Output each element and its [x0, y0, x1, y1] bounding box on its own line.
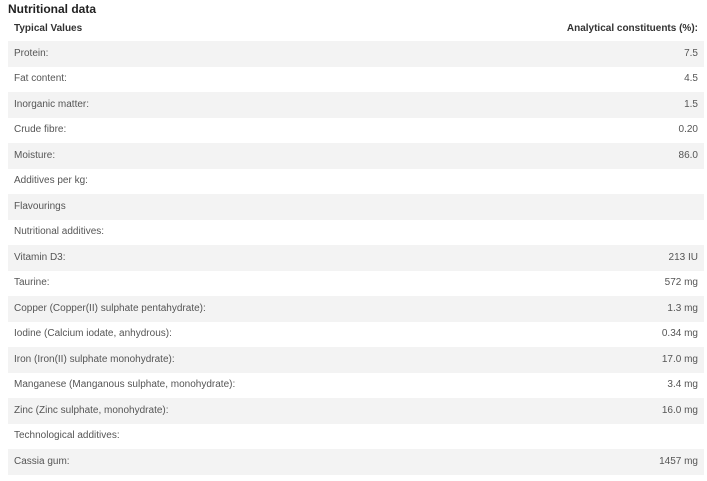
header-label: Typical Values [14, 22, 83, 34]
row-label: Protein: [14, 47, 49, 59]
table-row: Taurine: 572 mg [8, 271, 704, 297]
row-label: Vitamin D3: [14, 251, 66, 263]
table-row: Inorganic matter: 1.5 [8, 92, 704, 118]
row-label: Taurine: [14, 277, 50, 289]
row-label: Crude fibre: [14, 124, 67, 136]
row-value: 7.5 [684, 47, 698, 59]
nutrition-table: Typical Values Analytical constituents (… [8, 16, 704, 475]
row-label: Flavourings [14, 200, 66, 212]
table-row: Nutritional additives: [8, 220, 704, 246]
table-header-row: Typical Values Analytical constituents (… [8, 16, 704, 41]
table-row: Cassia gum: 1457 mg [8, 449, 704, 475]
table-row: Copper (Copper(II) sulphate pentahydrate… [8, 296, 704, 322]
table-row: Flavourings [8, 194, 704, 220]
table-row: Technological additives: [8, 424, 704, 450]
row-label: Moisture: [14, 149, 56, 161]
row-label: Zinc (Zinc sulphate, monohydrate): [14, 404, 169, 416]
row-value: 1457 mg [659, 455, 698, 467]
row-value: 572 mg [664, 277, 698, 289]
row-value: 86.0 [678, 149, 698, 161]
row-label: Fat content: [14, 73, 67, 85]
nutrition-panel: Nutritional data Typical Values Analytic… [0, 0, 707, 481]
row-label: Technological additives: [14, 430, 120, 442]
table-row: Manganese (Manganous sulphate, monohydra… [8, 373, 704, 399]
header-value: Analytical constituents (%): [566, 22, 698, 34]
row-label: Iron (Iron(II) sulphate monohydrate): [14, 353, 175, 365]
row-value: 16.0 mg [661, 404, 698, 416]
table-row: Iron (Iron(II) sulphate monohydrate): 17… [8, 347, 704, 373]
row-label: Manganese (Manganous sulphate, monohydra… [14, 379, 236, 391]
row-label: Copper (Copper(II) sulphate pentahydrate… [14, 302, 206, 314]
row-value: 4.5 [684, 73, 698, 85]
table-row: Protein: 7.5 [8, 41, 704, 67]
table-row: Moisture: 86.0 [8, 143, 704, 169]
table-row: Fat content: 4.5 [8, 67, 704, 93]
row-value: 1.3 mg [667, 302, 698, 314]
table-row: Vitamin D3: 213 IU [8, 245, 704, 271]
row-label: Nutritional additives: [14, 226, 105, 238]
table-row: Iodine (Calcium iodate, anhydrous): 0.34… [8, 322, 704, 348]
table-row: Crude fibre: 0.20 [8, 118, 704, 144]
table-row: Additives per kg: [8, 169, 704, 195]
row-value: 17.0 mg [661, 353, 698, 365]
table-row: Zinc (Zinc sulphate, monohydrate): 16.0 … [8, 398, 704, 424]
row-label: Inorganic matter: [14, 98, 90, 110]
row-value: 0.34 mg [661, 328, 698, 340]
row-label: Cassia gum: [14, 455, 70, 467]
row-value: 0.20 [678, 124, 698, 136]
row-label: Iodine (Calcium iodate, anhydrous): [14, 328, 172, 340]
row-label: Additives per kg: [14, 175, 88, 187]
row-value: 1.5 [684, 98, 698, 110]
section-title: Nutritional data [8, 2, 97, 16]
row-value: 213 IU [668, 251, 698, 263]
row-value: 3.4 mg [667, 379, 698, 391]
